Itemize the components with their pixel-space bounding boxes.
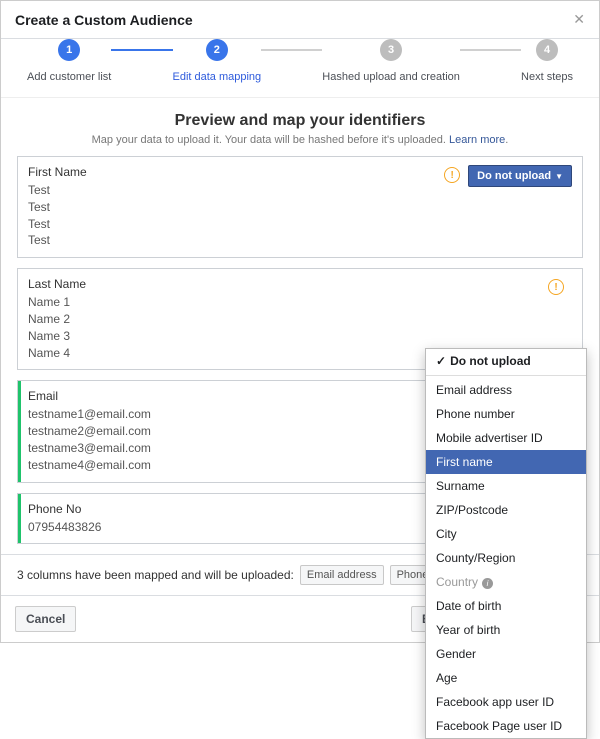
modal-header: Create a Custom Audience ✕ — [1, 1, 599, 39]
card-actions: ! Do not upload ▼ — [434, 157, 582, 257]
dropdown-item-fb-page-user-id[interactable]: Facebook Page user ID — [426, 714, 586, 738]
warning-icon: ! — [444, 167, 460, 183]
info-icon: i — [482, 578, 493, 589]
step-4-label: Next steps — [521, 71, 573, 83]
match-stripe — [18, 494, 21, 544]
mapping-dropdown-button[interactable]: Do not upload ▼ — [468, 165, 572, 187]
stepper: 1 Add customer list 2 Edit data mapping … — [1, 39, 599, 98]
dropdown-item-zip[interactable]: ZIP/Postcode — [426, 498, 586, 522]
section-subtitle: Map your data to upload it. Your data wi… — [17, 134, 583, 146]
sample-value: Name 1 — [28, 294, 528, 311]
sample-value: Name 3 — [28, 328, 528, 345]
dropdown-item-phone[interactable]: Phone number — [426, 402, 586, 426]
dropdown-item-mobile-advertiser-id[interactable]: Mobile advertiser ID — [426, 426, 586, 450]
modal-title: Create a Custom Audience — [15, 12, 193, 28]
warning-icon: ! — [548, 279, 564, 295]
dropdown-item-age[interactable]: Age — [426, 666, 586, 690]
step-3-circle: 3 — [380, 39, 402, 61]
step-2[interactable]: 2 Edit data mapping — [173, 39, 262, 83]
step-1[interactable]: 1 Add customer list — [27, 39, 111, 83]
dropdown-item-yob[interactable]: Year of birth — [426, 618, 586, 642]
sample-value: Test — [28, 216, 424, 233]
learn-more-link[interactable]: Learn more — [449, 134, 505, 146]
mapping-card-first-name: First Name Test Test Test Test ! Do not … — [17, 156, 583, 258]
connector-3-4 — [460, 49, 521, 51]
section-title: Preview and map your identifiers — [17, 112, 583, 130]
dropdown-item-surname[interactable]: Surname — [426, 474, 586, 498]
step-1-circle: 1 — [58, 39, 80, 61]
card-content: First Name Test Test Test Test — [18, 157, 434, 257]
sample-value: Test — [28, 182, 424, 199]
step-1-label: Add customer list — [27, 71, 111, 83]
chevron-down-icon: ▼ — [555, 172, 563, 181]
dropdown-item-city[interactable]: City — [426, 522, 586, 546]
step-3-label: Hashed upload and creation — [322, 71, 460, 83]
summary-chip-email: Email address — [300, 565, 384, 585]
step-2-label: Edit data mapping — [173, 71, 262, 83]
match-stripe — [18, 381, 21, 481]
step-4: 4 Next steps — [521, 39, 573, 83]
cancel-button[interactable]: Cancel — [15, 606, 76, 632]
mapping-dropdown-menu[interactable]: Do not upload Email address Phone number… — [425, 348, 587, 739]
connector-2-3 — [261, 49, 322, 51]
step-2-circle: 2 — [206, 39, 228, 61]
dropdown-item-county[interactable]: County/Region — [426, 546, 586, 570]
step-3: 3 Hashed upload and creation — [322, 39, 460, 83]
mapping-body: First Name Test Test Test Test ! Do not … — [1, 156, 599, 544]
dropdown-item-fb-app-user-id[interactable]: Facebook app user ID — [426, 690, 586, 714]
dropdown-item-email[interactable]: Email address — [426, 378, 586, 402]
step-4-circle: 4 — [536, 39, 558, 61]
sample-value: Test — [28, 199, 424, 216]
sample-value: Name 2 — [28, 311, 528, 328]
connector-1-2 — [111, 49, 172, 51]
sample-value: Test — [28, 232, 424, 249]
dropdown-item-country: Countryi — [426, 570, 586, 594]
close-icon[interactable]: ✕ — [573, 11, 585, 28]
modal: Create a Custom Audience ✕ 1 Add custome… — [0, 0, 600, 643]
column-name: First Name — [28, 165, 424, 179]
dropdown-item-gender[interactable]: Gender — [426, 642, 586, 666]
dropdown-item-first-name[interactable]: First name — [426, 450, 586, 474]
section-heading: Preview and map your identifiers Map you… — [1, 98, 599, 156]
summary-text: 3 columns have been mapped and will be u… — [17, 568, 294, 582]
column-name: Last Name — [28, 277, 528, 291]
dropdown-item-do-not-upload[interactable]: Do not upload — [426, 349, 586, 373]
dropdown-divider — [426, 375, 586, 376]
